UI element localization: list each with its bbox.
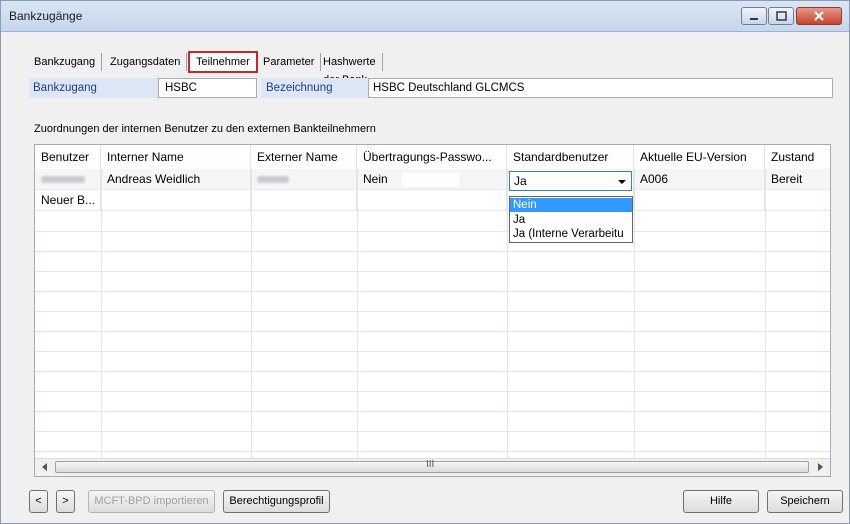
column-divider (251, 169, 252, 461)
interner-name-cell: Andreas Weidlich (101, 169, 251, 189)
redacted-external-name (257, 176, 289, 184)
previous-button[interactable]: < (29, 490, 48, 513)
redacted-user-id (41, 176, 85, 184)
table-row (35, 271, 830, 292)
maximize-button[interactable] (768, 7, 794, 25)
table-row (35, 431, 830, 452)
maximize-icon (776, 11, 787, 21)
zustand-cell (765, 190, 830, 210)
column-header-externer-name[interactable]: Externer Name (251, 145, 357, 169)
permission-profile-button[interactable]: Berechtigungsprofil (223, 490, 330, 513)
dropdown-option-ja-intern[interactable]: Ja (Interne Verarbeitu (510, 227, 632, 241)
zustand-cell: Bereit (771, 172, 803, 186)
scrollbar-thumb[interactable]: III (55, 459, 809, 473)
save-button[interactable]: Speichern (767, 490, 843, 513)
bezeichnung-field[interactable]: HSBC Deutschland GLCMCS (368, 78, 833, 98)
eu-version-cell: A006 (634, 169, 765, 189)
bezeichnung-label: Bezeichnung (261, 78, 368, 98)
window-title: Bankzugänge (9, 9, 83, 23)
next-button[interactable]: > (56, 490, 75, 513)
table-row (35, 411, 830, 432)
title-bar[interactable]: Bankzugänge (1, 1, 849, 32)
column-divider (765, 169, 766, 461)
column-header-passwort[interactable]: Übertragungs-Passwo... (357, 145, 507, 169)
combobox-value: Ja (514, 174, 527, 188)
table-row (35, 231, 830, 252)
column-divider (357, 169, 358, 461)
column-header-zustand[interactable]: Zustand (765, 145, 830, 169)
tab-zugangsdaten[interactable]: Zugangsdaten (104, 53, 188, 71)
tab-teilnehmer[interactable]: Teilnehmer (188, 51, 258, 73)
new-user-cell[interactable]: Neuer B... (35, 190, 101, 210)
bankzugang-label: Bankzugang (29, 78, 158, 98)
column-header-interner-name[interactable]: Interner Name (101, 145, 251, 169)
section-caption: Zuordnungen der internen Benutzer zu den… (34, 123, 376, 135)
table-row (35, 311, 830, 332)
table-row (35, 331, 830, 352)
passwort-value: Nein (363, 172, 388, 186)
table-row (35, 351, 830, 372)
table-row[interactable]: Andreas Weidlich Nein A006 Bereit (35, 169, 830, 190)
passwort-cell (357, 190, 507, 210)
tab-parameter[interactable]: Parameter (257, 53, 322, 71)
import-button[interactable]: MCFT-BPD importieren (88, 490, 215, 513)
table-header: Benutzer Interner Name Externer Name Übe… (35, 145, 830, 170)
tab-hashwerte[interactable]: Hashwerte der Bank (317, 53, 383, 86)
interner-name-cell (101, 190, 251, 210)
passwort-cell: Nein (357, 169, 507, 189)
table-row (35, 371, 830, 392)
scrollbar-grip: III (426, 459, 435, 470)
scroll-right-icon[interactable] (812, 460, 828, 474)
table-row[interactable]: Neuer B... (35, 190, 830, 211)
table-row (35, 391, 830, 412)
standardbenutzer-dropdown: Nein Ja Ja (Interne Verarbeitu (509, 196, 633, 243)
tab-bankzugang[interactable]: Bankzugang (28, 53, 103, 71)
minimize-icon (750, 18, 758, 20)
column-header-eu-version[interactable]: Aktuelle EU-Version (634, 145, 765, 169)
participants-table[interactable]: Benutzer Interner Name Externer Name Übe… (34, 144, 831, 477)
bankzugang-field[interactable]: HSBC (158, 78, 257, 98)
chevron-down-icon[interactable] (618, 180, 626, 184)
column-divider (507, 169, 508, 461)
close-icon (814, 11, 824, 21)
column-divider (634, 169, 635, 461)
minimize-button[interactable] (741, 7, 767, 25)
standardbenutzer-combobox[interactable]: Ja (509, 171, 632, 191)
bankzugaenge-window: Bankzugänge Bankzugang Zugangsdaten Teil… (0, 0, 850, 524)
benutzer-cell (35, 169, 101, 189)
dropdown-option-nein[interactable]: Nein (510, 198, 632, 212)
close-button[interactable] (796, 7, 842, 25)
column-header-standardbenutzer[interactable]: Standardbenutzer (507, 145, 634, 169)
help-button[interactable]: Hilfe (683, 490, 759, 513)
eu-version-cell (634, 190, 765, 210)
scroll-left-icon[interactable] (37, 460, 53, 474)
externer-name-cell (251, 169, 357, 189)
horizontal-scrollbar[interactable]: III (35, 458, 830, 476)
column-divider (101, 169, 102, 461)
table-row (35, 291, 830, 312)
password-field[interactable] (401, 172, 461, 188)
dropdown-option-ja[interactable]: Ja (510, 213, 632, 227)
column-header-benutzer[interactable]: Benutzer (35, 145, 101, 169)
table-row (35, 211, 830, 232)
externer-name-cell (251, 190, 357, 210)
table-row (35, 251, 830, 272)
